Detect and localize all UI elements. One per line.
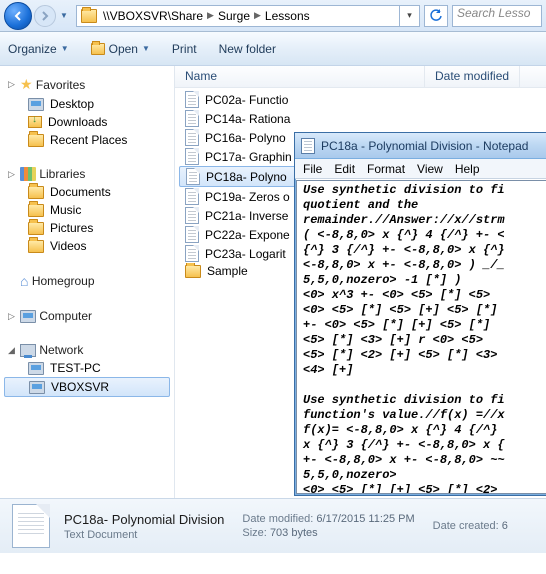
menu-edit[interactable]: Edit [334,162,355,176]
details-file-icon [12,504,50,548]
open-button[interactable]: Open▼ [91,42,150,56]
homegroup-icon: ⌂ [20,273,28,289]
videos-icon [28,240,44,253]
file-name: PC02a- Functio [205,93,288,107]
recent-icon [28,134,44,147]
notepad-titlebar[interactable]: PC18a - Polynomial Division - Notepad [295,133,546,159]
desktop-icon [28,98,44,111]
file-name: PC22a- Expone [205,228,290,242]
menu-view[interactable]: View [417,162,443,176]
details-type: Text Document [64,529,224,541]
document-icon [185,207,199,224]
navigation-pane: ▷★ Favorites Desktop Downloads Recent Pl… [0,66,175,498]
pictures-icon [28,222,44,235]
organize-button[interactable]: Organize▼ [8,42,69,56]
details-title: PC18a- Polynomial Division [64,512,224,527]
network-group[interactable]: ◢ Network [0,341,174,359]
search-input[interactable]: Search Lesso [452,5,542,27]
menu-help[interactable]: Help [455,162,480,176]
details-modified: 6/17/2015 11:25 PM [316,513,414,525]
sidebar-item-pictures[interactable]: Pictures [0,219,174,237]
file-name: PC23a- Logarit [205,247,286,261]
refresh-button[interactable] [424,5,448,27]
document-icon [185,245,199,262]
address-dropdown[interactable]: ▾ [400,5,420,27]
open-icon [91,43,105,55]
document-icon [186,168,200,185]
file-row[interactable]: PC14a- Rationa [175,109,546,128]
new-folder-button[interactable]: New folder [219,42,276,56]
file-name: PC17a- Graphin [205,150,292,164]
document-icon [185,148,199,165]
crumb-2[interactable]: Lessons [265,9,310,23]
homegroup-group[interactable]: ⌂ Homegroup [0,271,174,291]
file-name: PC21a- Inverse [205,209,288,223]
crumb-0[interactable]: \\VBOXSVR\Share [103,9,203,23]
column-name[interactable]: Name [175,66,425,87]
document-icon [185,188,199,205]
file-name: PC18a- Polyno [206,170,287,184]
server-icon [29,381,45,394]
computer-group[interactable]: ▷ Computer [0,307,174,325]
music-icon [28,204,44,217]
documents-icon [28,186,44,199]
file-name: Sample [207,264,248,278]
document-icon [185,110,199,127]
column-date[interactable]: Date modified [425,66,520,87]
libraries-group[interactable]: ▷ Libraries [0,165,174,183]
sidebar-item-music[interactable]: Music [0,201,174,219]
sidebar-item-desktop[interactable]: Desktop [0,95,174,113]
document-icon [185,91,199,108]
network-icon [20,344,36,357]
sidebar-item-recent[interactable]: Recent Places [0,131,174,149]
details-size: 703 bytes [270,527,318,539]
document-icon [185,226,199,243]
menu-format[interactable]: Format [367,162,405,176]
document-icon [185,129,199,146]
file-name: PC19a- Zeros o [205,190,290,204]
star-icon: ★ [20,76,33,93]
folder-icon [81,9,97,23]
folder-icon [185,265,201,278]
print-button[interactable]: Print [172,42,197,56]
sidebar-item-testpc[interactable]: TEST-PC [0,359,174,377]
sidebar-item-videos[interactable]: Videos [0,237,174,255]
details-pane: PC18a- Polynomial Division Text Document… [0,498,546,553]
favorites-group[interactable]: ▷★ Favorites [0,74,174,95]
crumb-1[interactable]: Surge [218,9,250,23]
sidebar-item-documents[interactable]: Documents [0,183,174,201]
notepad-icon [301,138,315,154]
notepad-menubar: File Edit Format View Help [295,159,546,179]
nav-forward-button [34,5,56,27]
pc-icon [28,362,44,375]
file-row[interactable]: PC02a- Functio [175,90,546,109]
nav-history-dropdown[interactable]: ▼ [60,11,72,20]
libraries-icon [20,167,36,181]
sidebar-item-downloads[interactable]: Downloads [0,113,174,131]
file-name: PC14a- Rationa [205,112,290,126]
file-name: PC16a- Polyno [205,131,286,145]
downloads-icon [28,116,42,128]
computer-icon [20,310,36,323]
notepad-title: PC18a - Polynomial Division - Notepad [321,139,528,153]
notepad-window[interactable]: PC18a - Polynomial Division - Notepad Fi… [294,132,546,496]
menu-file[interactable]: File [303,162,322,176]
nav-back-button[interactable] [4,2,32,30]
notepad-body[interactable]: Use synthetic division to fi quotient an… [296,180,546,494]
address-bar[interactable]: \\VBOXSVR\Share▶ Surge▶ Lessons [76,5,400,27]
details-created: 6 [502,520,508,532]
sidebar-item-vboxsvr[interactable]: VBOXSVR [4,377,170,397]
